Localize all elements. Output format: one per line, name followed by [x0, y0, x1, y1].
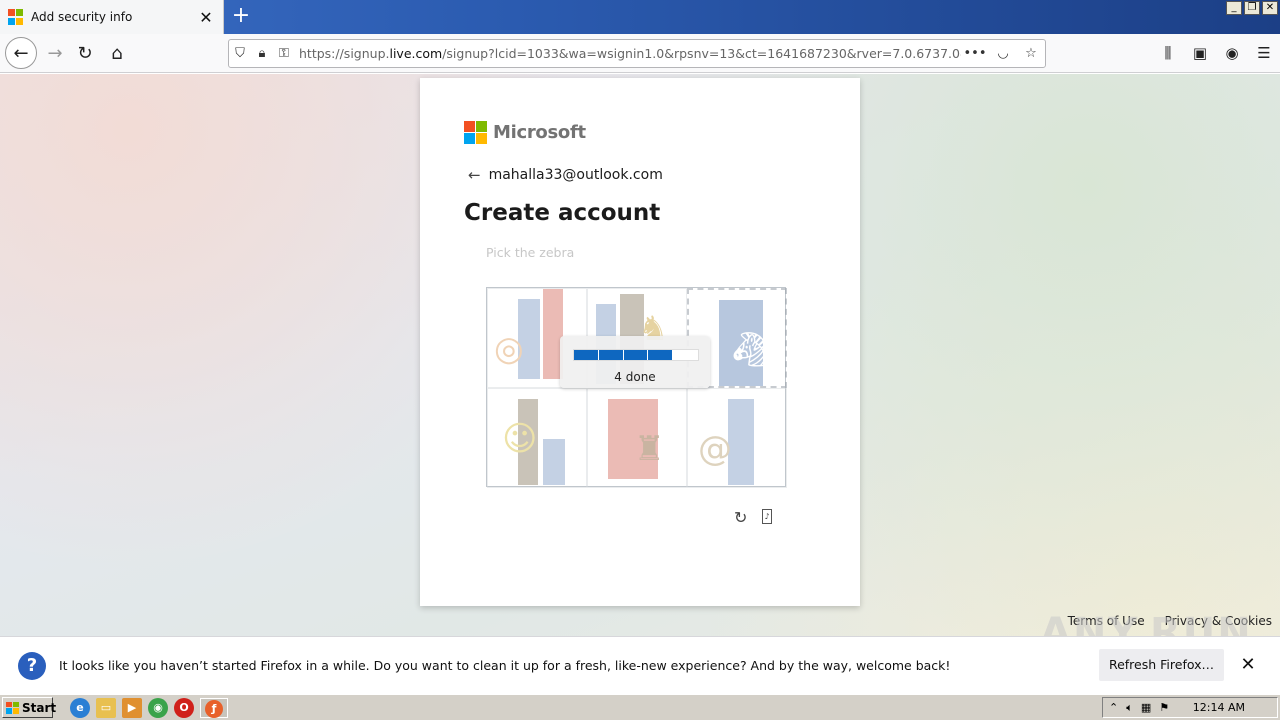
show-hidden-icons-icon[interactable]: ⌃	[1109, 701, 1118, 714]
shield-icon[interactable]: ⛉	[229, 46, 251, 61]
menu-icon[interactable]: ☰	[1248, 38, 1280, 68]
page-actions-icon[interactable]: •••	[961, 46, 989, 61]
identity-banner[interactable]: ← mahalla33@outlook.com	[468, 166, 663, 184]
library-icon[interactable]: ⫼	[1152, 38, 1184, 68]
minimize-button[interactable]: _	[1226, 1, 1242, 15]
reload-button[interactable]: ↻	[70, 38, 100, 68]
progress-segment	[673, 350, 698, 360]
tab-title: Add security info	[31, 10, 133, 24]
challenge-tile-5[interactable]: ♜	[587, 388, 687, 488]
snail-image-icon: @	[698, 429, 732, 469]
network-icon[interactable]: ▦	[1141, 701, 1151, 714]
pocket-icon[interactable]: ◡	[989, 46, 1017, 61]
brand-name: Microsoft	[493, 122, 586, 143]
action-center-flag-icon[interactable]: ⚑	[1159, 701, 1169, 714]
restore-button[interactable]: ❐	[1244, 1, 1260, 15]
lock-icon[interactable]: 🔒︎	[251, 46, 273, 61]
back-arrow-icon[interactable]: ←	[468, 166, 481, 184]
progress-segment	[598, 350, 624, 360]
challenge-tile-6[interactable]: @	[687, 388, 787, 488]
progress-text: 4 done	[614, 370, 656, 384]
question-icon: ?	[18, 652, 46, 680]
bear-image-icon: ♜	[634, 429, 665, 469]
refresh-notification-bar: ? It looks like you haven’t started Fire…	[0, 636, 1280, 694]
close-window-button[interactable]: ✕	[1262, 1, 1278, 15]
progress-segment	[623, 350, 649, 360]
firefox-taskbar-button[interactable]: ƒ	[200, 698, 228, 718]
progress-popup: 4 done	[560, 336, 710, 388]
character-image-icon: ☺	[502, 419, 538, 459]
identity-email: mahalla33@outlook.com	[488, 167, 663, 183]
zebra-image-icon: 🦓︎	[729, 330, 773, 370]
key-icon[interactable]: ⚿	[273, 46, 295, 61]
media-player-icon[interactable]: ▶	[122, 698, 142, 718]
audio-challenge-icon[interactable]: ♪	[762, 509, 772, 524]
taskbar: Start e ▭ ▶ ◉ O ƒ ⌃ 🔈︎ ▦ ⚑ 12:14 AM	[0, 694, 1280, 720]
window-controls: _ ❐ ✕	[1226, 1, 1278, 15]
back-button[interactable]: ←	[5, 37, 37, 69]
notification-message: It looks like you haven’t started Firefo…	[59, 658, 951, 673]
volume-icon[interactable]: 🔈︎	[1126, 701, 1133, 715]
quick-launch: e ▭ ▶ ◉ O ƒ	[70, 698, 228, 718]
challenge-instruction: Pick the zebra	[486, 245, 575, 260]
progress-bar	[573, 349, 699, 361]
start-label: Start	[22, 700, 57, 715]
url-text[interactable]: https://signup.live.com/signup?lcid=1033…	[299, 46, 961, 61]
donut-image-icon: ◎	[494, 329, 524, 369]
refresh-firefox-button[interactable]: Refresh Firefox…	[1099, 649, 1224, 681]
forward-button[interactable]: →	[40, 38, 70, 68]
close-notification-icon[interactable]: ✕	[1238, 655, 1258, 675]
refresh-challenge-icon[interactable]: ↻	[734, 508, 747, 527]
close-tab-icon[interactable]: ✕	[195, 6, 217, 28]
page-title: Create account	[464, 200, 661, 226]
address-bar[interactable]: ⛉ 🔒︎ ⚿ https://signup.live.com/signup?lc…	[228, 39, 1046, 68]
opera-icon[interactable]: O	[174, 698, 194, 718]
windows-flag-icon	[6, 701, 19, 714]
clock: 12:14 AM	[1192, 701, 1245, 714]
title-bar: Add security info ✕ + _ ❐ ✕	[0, 0, 1280, 34]
home-button[interactable]: ⌂	[102, 38, 132, 68]
bookmark-star-icon[interactable]: ☆	[1017, 46, 1045, 61]
firefox-icon: ƒ	[205, 700, 223, 718]
microsoft-logo-icon	[464, 121, 487, 144]
signup-card: Microsoft ← mahalla33@outlook.com Create…	[420, 78, 860, 606]
new-tab-button[interactable]: +	[228, 4, 254, 30]
navigation-toolbar: ← → ↻ ⌂ ⛉ 🔒︎ ⚿ https://signup.live.com/s…	[0, 34, 1280, 73]
folder-icon[interactable]: ▭	[96, 698, 116, 718]
start-button[interactable]: Start	[2, 697, 57, 718]
progress-segment	[574, 350, 599, 360]
sidebar-icon[interactable]: ▣	[1184, 38, 1216, 68]
system-tray: ⌃ 🔈︎ ▦ ⚑ 12:14 AM	[1102, 697, 1278, 718]
microsoft-logo: Microsoft	[464, 121, 586, 144]
page-content: Microsoft ← mahalla33@outlook.com Create…	[0, 74, 1280, 636]
browser-tab[interactable]: Add security info ✕	[0, 0, 224, 34]
account-icon[interactable]: ◉	[1216, 38, 1248, 68]
internet-explorer-icon[interactable]: e	[70, 698, 90, 718]
challenge-tile-4[interactable]: ☺	[487, 388, 587, 488]
toolbar-right: ⫼ ▣ ◉ ☰	[1152, 38, 1280, 68]
chrome-icon[interactable]: ◉	[148, 698, 168, 718]
microsoft-favicon-icon	[8, 9, 24, 25]
progress-segment	[648, 350, 674, 360]
